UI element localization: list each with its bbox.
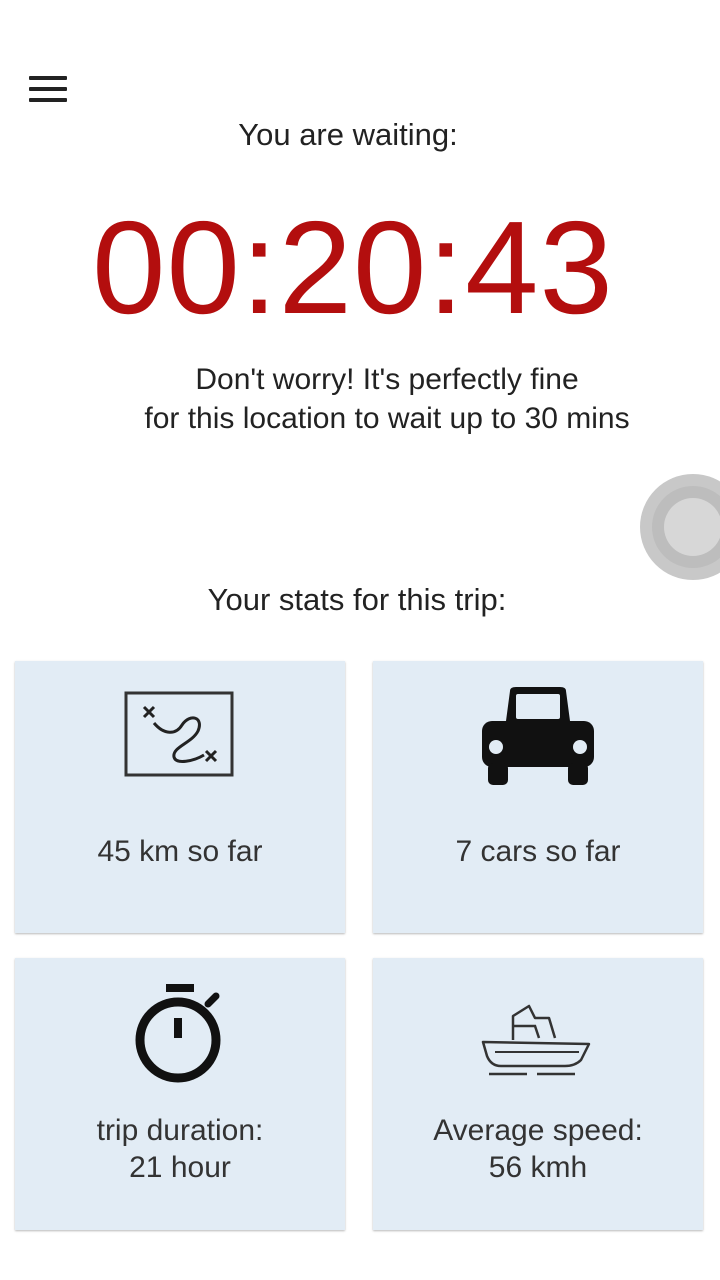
distance-value: 45 km so far [97,835,263,868]
speed-value: 56 kmh [488,1151,588,1184]
waiting-label: You are waiting: [238,117,458,152]
duration-label: trip duration: [96,1114,264,1147]
boat-icon [373,1002,703,1082]
waiting-screen: You are waiting: 00:20:43 Don't worry! I… [0,0,720,1280]
stats-heading: Your stats for this trip: [207,582,507,617]
stat-card-distance[interactable]: 45 km so far [15,661,345,933]
stat-card-text: 7 cars so far [373,833,703,870]
stat-card-speed[interactable]: Average speed: 56 kmh [373,958,703,1230]
reassurance-line-1: Don't worry! It's perfectly fine [195,363,579,396]
stat-card-cars[interactable]: 7 cars so far [373,661,703,933]
hamburger-menu-icon[interactable] [26,72,70,108]
cars-value: 7 cars so far [455,835,621,868]
reassurance-message: Don't worry! It's perfectly fine for thi… [0,360,720,438]
reassurance-line-2: for this location to wait up to 30 mins [144,402,630,435]
duration-value: 21 hour [129,1151,231,1184]
stat-card-duration[interactable]: trip duration: 21 hour [15,958,345,1230]
stat-card-text: Average speed: 56 kmh [373,1112,703,1186]
wait-timer: 00:20:43 [92,194,614,341]
car-icon [373,685,703,787]
assistive-touch-button[interactable] [640,474,720,580]
stat-card-text: trip duration: 21 hour [15,1112,345,1186]
stopwatch-icon [15,984,345,1084]
speed-label: Average speed: [433,1114,643,1147]
stat-card-text: 45 km so far [15,833,345,870]
map-route-icon [15,691,345,779]
